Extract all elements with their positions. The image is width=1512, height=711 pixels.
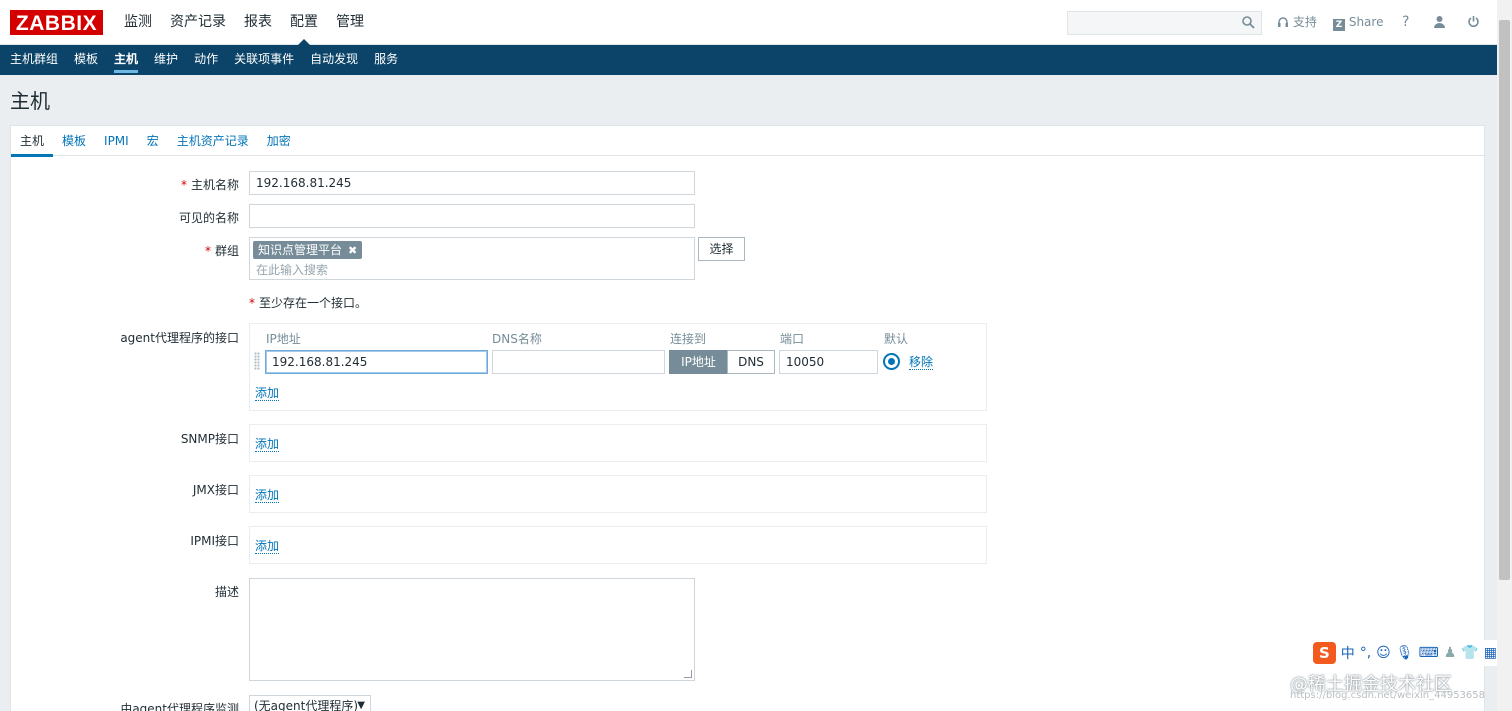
select-groups-button[interactable]: 选择 [698, 237, 745, 261]
chevron-down-icon: ▼ [357, 700, 365, 711]
col-dns-header: DNS名称 [492, 332, 542, 346]
main-menu: 监测 资产记录 报表 配置 管理 [115, 0, 373, 46]
grid-icon[interactable]: ▦ [1484, 645, 1497, 661]
description-label: 描述 [214, 585, 239, 599]
share-label: Share [1348, 15, 1384, 29]
tab-inventory[interactable]: 主机资产记录 [168, 126, 258, 156]
user-profile-icon[interactable] [1433, 0, 1446, 45]
submenu-actions[interactable]: 动作 [186, 45, 226, 75]
shirt-icon[interactable]: 👕 [1461, 645, 1478, 661]
scrollbar-thumb[interactable] [1499, 20, 1510, 580]
connect-ip-button[interactable]: IP地址 [669, 350, 728, 374]
submenu-event-correlation[interactable]: 关联项事件 [226, 45, 302, 75]
jmx-interface-box [249, 475, 987, 513]
groups-multiselect[interactable]: 知识点管理平台 ✖ 在此输入搜索 [249, 237, 695, 280]
group-chip: 知识点管理平台 ✖ [253, 241, 363, 259]
agent-ip-input[interactable]: 192.168.81.245 [265, 350, 488, 374]
remove-chip-icon[interactable]: ✖ [348, 244, 357, 257]
agent-port-input[interactable]: 10050 [779, 350, 878, 374]
col-connect-header: 连接到 [670, 332, 707, 346]
col-default-header: 默认 [884, 332, 909, 346]
submenu-discovery[interactable]: 自动发现 [302, 45, 366, 75]
page-title: 主机 [10, 89, 50, 113]
microphone-icon[interactable]: 🎙 [1396, 645, 1414, 661]
submenu-templates[interactable]: 模板 [66, 45, 106, 75]
watermark-url: https://blog.csdn.net/weixin_44953658 [1290, 690, 1486, 701]
interface-hint: * 至少存在一个接口。 [249, 296, 368, 310]
jmx-interface-label: JMX接口 [192, 483, 239, 497]
search-input[interactable] [1067, 11, 1262, 35]
col-port-header: 端口 [780, 332, 805, 346]
ime-punctuation[interactable]: °, [1360, 645, 1371, 661]
menu-configuration[interactable]: 配置 [281, 0, 327, 46]
visible-name-label: 可见的名称 [178, 211, 239, 225]
tab-templates[interactable]: 模板 [53, 126, 95, 156]
host-name-label: * 主机名称 [180, 178, 239, 192]
ipmi-interface-box [249, 526, 987, 564]
share-link[interactable]: Z Share [1333, 0, 1383, 45]
tab-host[interactable]: 主机 [11, 126, 54, 157]
description-textarea[interactable] [249, 578, 695, 681]
agent-dns-input[interactable] [492, 350, 665, 374]
menu-administration[interactable]: 管理 [327, 0, 373, 45]
sub-menu: 主机群组 模板 主机 维护 动作 关联项事件 自动发现 服务 [0, 45, 1497, 75]
default-interface-radio[interactable] [883, 353, 900, 370]
ime-toolbar: S 中 °, ☺ 🎙 ⌨ ♟ 👕 ▦ [1311, 640, 1497, 666]
tab-ipmi[interactable]: IPMI [95, 126, 138, 156]
menu-monitoring[interactable]: 监测 [115, 0, 161, 45]
snmp-interface-label: SNMP接口 [180, 432, 239, 446]
add-agent-interface-link[interactable]: 添加 [255, 386, 280, 401]
submenu-services[interactable]: 服务 [366, 45, 406, 75]
visible-name-input[interactable] [249, 204, 695, 228]
add-snmp-interface-link[interactable]: 添加 [255, 437, 280, 452]
group-search-placeholder[interactable]: 在此输入搜索 [256, 261, 328, 278]
submenu-host-groups[interactable]: 主机群组 [2, 45, 66, 75]
proxy-select[interactable]: (无agent代理程序) ▼ [249, 695, 371, 711]
add-jmx-interface-link[interactable]: 添加 [255, 488, 280, 503]
resize-grip-icon[interactable] [684, 670, 692, 678]
ime-mode[interactable]: 中 [1341, 643, 1355, 663]
tab-encryption[interactable]: 加密 [258, 126, 300, 156]
remove-interface-link[interactable]: 移除 [909, 355, 934, 370]
support-link[interactable]: 支持 [1277, 0, 1317, 45]
groups-label: * 群组 [204, 244, 239, 258]
submenu-maintenance[interactable]: 维护 [146, 45, 186, 75]
drag-handle-icon[interactable] [254, 352, 260, 370]
ipmi-interface-label: IPMI接口 [190, 534, 239, 548]
col-ip-header: IP地址 [266, 332, 301, 346]
share-z-icon: Z [1333, 19, 1345, 31]
headset-icon [1278, 17, 1288, 27]
power-icon[interactable] [1467, 0, 1480, 45]
connect-dns-button[interactable]: DNS [727, 350, 775, 374]
top-header: ZABBIX 监测 资产记录 报表 配置 管理 支持 Z Share ? [0, 0, 1497, 46]
zabbix-logo[interactable]: ZABBIX [10, 10, 103, 35]
snmp-interface-box [249, 424, 987, 462]
smiley-icon[interactable]: ☺ [1376, 645, 1391, 661]
menu-reports[interactable]: 报表 [235, 0, 281, 45]
sogou-logo-icon[interactable]: S [1313, 642, 1336, 664]
keyboard-icon[interactable]: ⌨ [1419, 645, 1439, 661]
user-icon[interactable]: ♟ [1444, 645, 1457, 661]
host-name-input[interactable]: 192.168.81.245 [249, 171, 695, 195]
form-tabs: 主机 模板 IPMI 宏 主机资产记录 加密 [11, 126, 1484, 157]
submenu-hosts[interactable]: 主机 [106, 45, 146, 75]
help-icon[interactable]: ? [1402, 0, 1409, 45]
support-label: 支持 [1292, 15, 1317, 29]
proxy-label: 由agent代理程序监测 [120, 702, 239, 711]
search-icon[interactable] [1242, 16, 1255, 29]
menu-inventory[interactable]: 资产记录 [161, 0, 235, 45]
agent-interface-label: agent代理程序的接口 [120, 331, 239, 345]
add-ipmi-interface-link[interactable]: 添加 [255, 539, 280, 554]
tab-macros[interactable]: 宏 [138, 126, 168, 156]
